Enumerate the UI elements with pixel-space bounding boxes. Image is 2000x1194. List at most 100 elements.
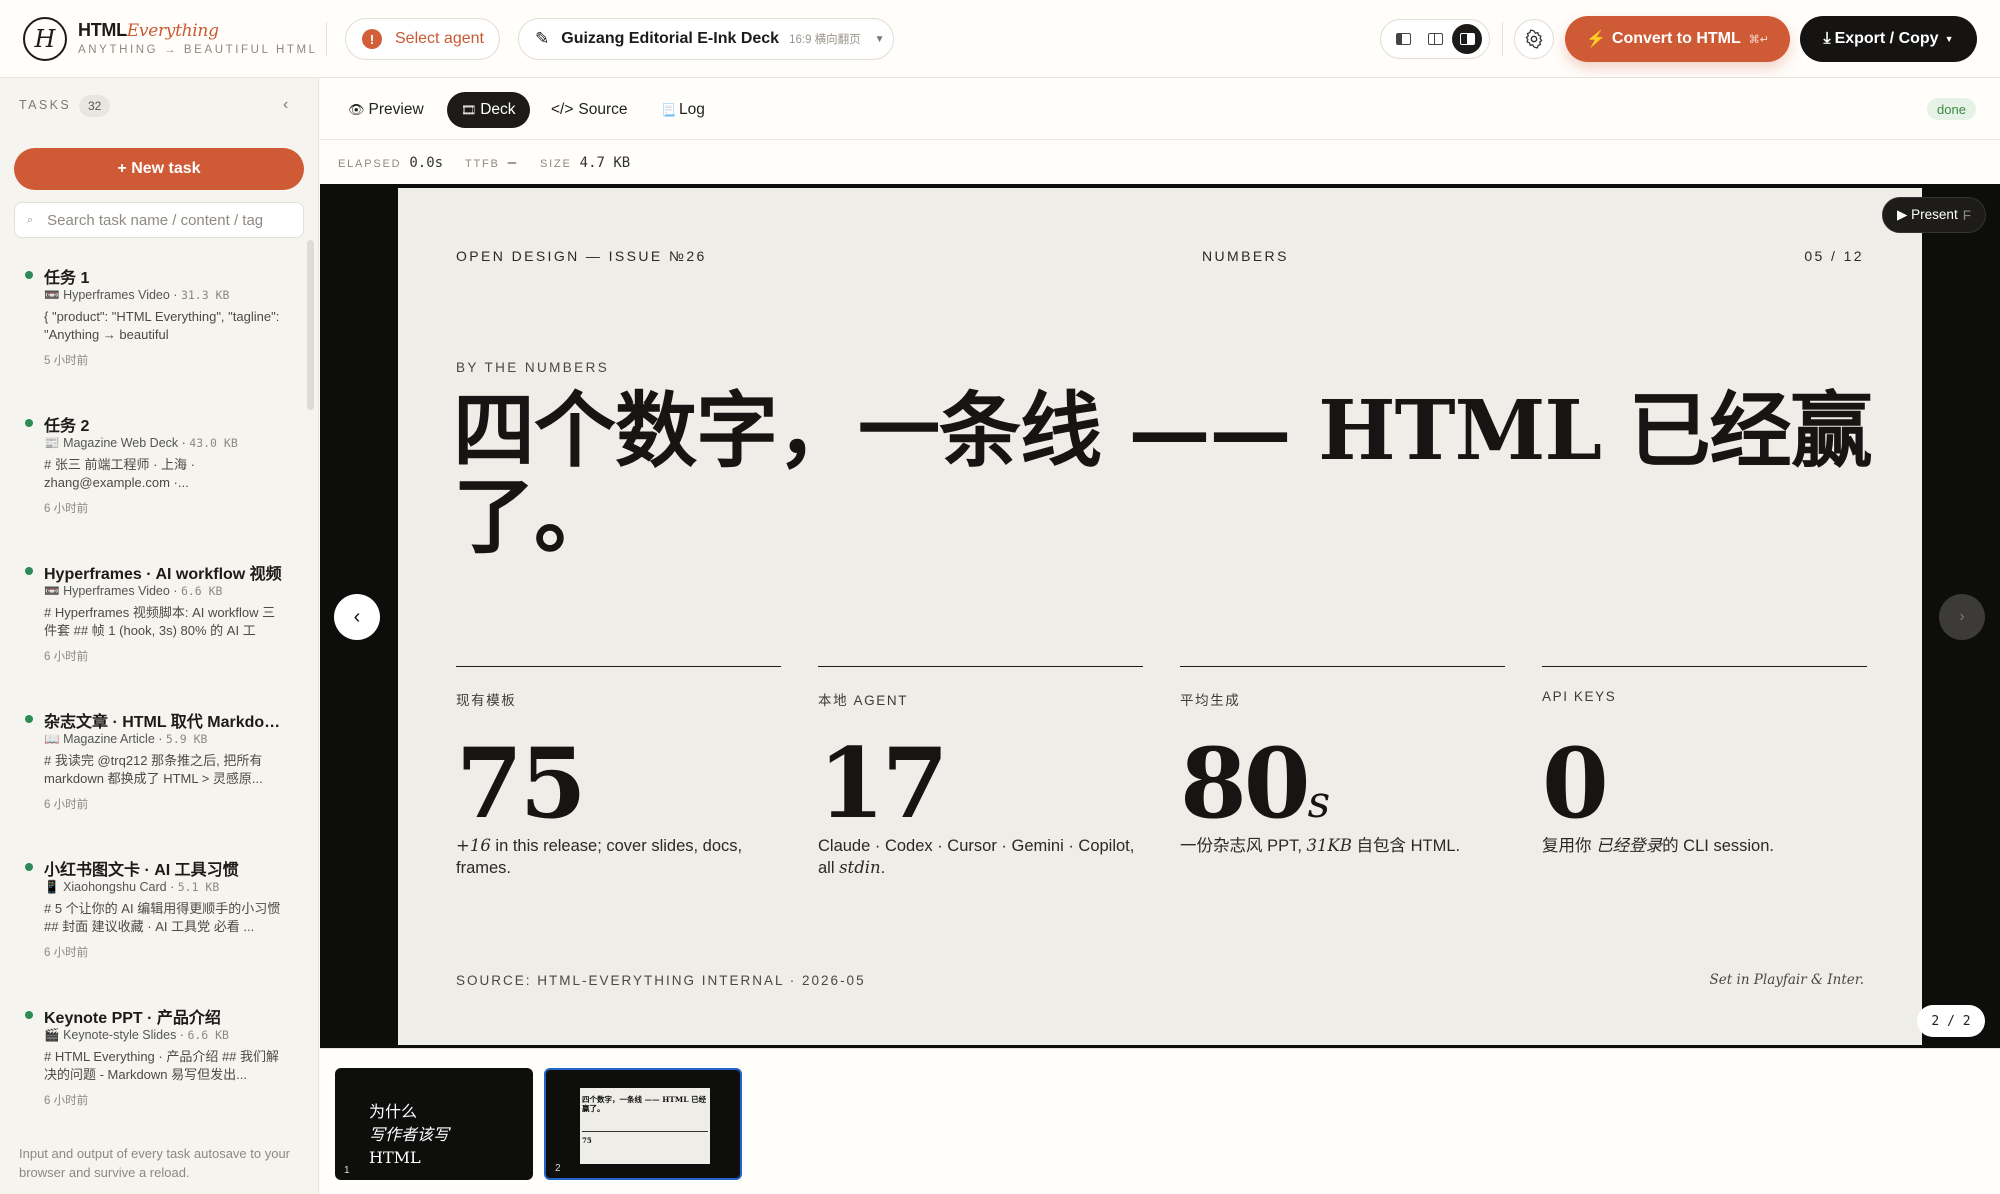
task-snippet: # Hyperframes 视频脚本: AI workflow 三件套 ## 帧…: [44, 605, 276, 638]
slide-filmstrip: 为什么 写作者该写 HTML 1 四个数字，一条线 —— HTML 已经赢了。 …: [320, 1048, 2000, 1194]
settings-button[interactable]: [1514, 19, 1554, 59]
new-task-button[interactable]: + New task: [14, 148, 304, 190]
download-icon: ⤓: [1823, 30, 1831, 47]
task-type-icon: 📼: [44, 288, 60, 302]
layout-left-panel-button[interactable]: [1388, 24, 1418, 54]
select-agent-button[interactable]: ! Select agent: [345, 18, 500, 60]
task-type-icon: 🎬: [44, 1028, 60, 1042]
divider: [582, 1131, 708, 1132]
task-list-item[interactable]: Keynote PPT · 产品介绍 🎬 Keynote-style Slides…: [0, 1000, 305, 1140]
collapse-sidebar-button[interactable]: ‹: [283, 96, 288, 114]
present-shortcut: F: [1962, 207, 1971, 223]
sidebar-scrollbar[interactable]: [307, 240, 314, 410]
task-meta: 📼 Hyperframes Video · 31.3 KB: [44, 288, 230, 302]
tab-source[interactable]: </> Source: [537, 92, 642, 128]
next-slide-button[interactable]: ›: [1939, 594, 1985, 640]
previous-slide-button[interactable]: ‹: [334, 594, 380, 640]
status-dot: [25, 567, 33, 575]
stat-column: 本地 AGENT 17 Claude · Codex · Cursor · Gemi…: [818, 666, 1143, 877]
tab-log[interactable]: 📃 Log: [647, 92, 719, 128]
stat-elapsed: ELAPSED 0.0s: [338, 155, 444, 171]
task-meta: 📰 Magazine Web Deck · 43.0 KB: [44, 436, 238, 450]
thumbnail-index: 2: [555, 1163, 561, 1174]
task-timestamp: 6 小时前: [44, 947, 89, 959]
page-counter: 2 / 2: [1917, 1005, 1985, 1037]
task-snippet: # 张三 前端工程师 · 上海 · zhang@example.com ·...: [44, 457, 195, 490]
task-meta: 📱 Xiaohongshu Card · 5.1 KB: [44, 880, 220, 894]
slide-thumbnail-2[interactable]: 四个数字，一条线 —— HTML 已经赢了。 75 2: [544, 1068, 742, 1180]
tab-preview[interactable]: 👁 Preview: [334, 92, 438, 128]
stat-label: 现有模板: [456, 693, 517, 708]
task-meta: 📼 Hyperframes Video · 6.6 KB: [44, 584, 223, 598]
task-timestamp: 6 小时前: [44, 503, 89, 515]
film-icon: 🎞: [461, 103, 477, 117]
brand-accent: Everything: [126, 21, 219, 41]
task-meta: 🎬 Keynote-style Slides · 6.6 KB: [44, 1028, 229, 1042]
search-input[interactable]: [47, 211, 268, 229]
task-snippet: { "product": "HTML Everything", "tagline…: [44, 309, 280, 342]
panel-left-icon: [1395, 33, 1411, 45]
layout-split-button[interactable]: [1420, 24, 1450, 54]
tasks-count-badge: 32: [79, 95, 111, 117]
thumbnail-text: 为什么 写作者该写 HTML: [369, 1102, 450, 1167]
template-selector[interactable]: ✎ Guizang Editorial E-Ink Deck 16:9 横向翻页…: [518, 18, 894, 60]
slide-credit: Set in Playfair & Inter.: [1709, 972, 1864, 988]
task-timestamp: 6 小时前: [44, 799, 89, 811]
pen-icon: ✎: [535, 29, 550, 48]
chevron-down-icon: ▼: [874, 33, 885, 45]
stat-column: API KEYS 0 复用你 已经登录的 CLI session.: [1542, 666, 1867, 855]
task-list-item[interactable]: 任务 1 📼 Hyperframes Video · 31.3 KB { "prod…: [0, 260, 305, 400]
slide-canvas: OPEN DESIGN — ISSUE №26 NUMBERS 05 / 12 …: [398, 188, 1922, 1045]
stat-ttfb: TTFB —: [465, 155, 517, 171]
export-label: Export / Copy: [1834, 30, 1939, 47]
task-list-item[interactable]: 小红书图文卡 · AI 工具习惯 📱 Xiaohongshu Card · 5.1…: [0, 852, 305, 992]
template-meta: 16:9 横向翻页: [789, 34, 861, 46]
status-dot: [25, 863, 33, 871]
task-list-item[interactable]: 杂志文章 · HTML 取代 Markdown 📖 Magazine Articl…: [0, 704, 305, 844]
gear-icon: [1525, 29, 1543, 49]
thumbnail-index: 1: [344, 1165, 350, 1176]
stat-label: API KEYS: [1542, 689, 1617, 704]
task-type-icon: 📖: [44, 732, 60, 746]
task-sidebar: TASKS 32 ‹ + New task ⌕ 任务 1📼 Hyperframe…: [0, 78, 319, 1194]
task-list-item[interactable]: 任务 2 📰 Magazine Web Deck · 43.0 KB # 张三 前端…: [0, 408, 305, 548]
task-title: 杂志文章 · HTML 取代 Markdown: [44, 714, 284, 731]
tasks-heading: TASKS: [19, 98, 72, 112]
chevron-left-icon: ‹: [283, 96, 289, 113]
export-copy-button[interactable]: ⤓ Export / Copy ▼: [1800, 16, 1977, 62]
stat-column: 平均生成 80s 一份杂志风 PPT, 31KB 自包含 HTML.: [1180, 666, 1505, 855]
thumbnail-page: 四个数字，一条线 —— HTML 已经赢了。 75: [580, 1088, 710, 1164]
search-icon: ⌕: [27, 213, 34, 226]
task-type-icon: 📰: [44, 436, 60, 450]
slide-section: NUMBERS: [1202, 248, 1289, 264]
top-bar: H HTMLEverything ANYTHING → BEAUTIFUL HT…: [0, 0, 2000, 78]
select-agent-label: Select agent: [395, 30, 484, 47]
present-button[interactable]: ▶ Present F: [1882, 197, 1986, 233]
lightning-icon: ⚡: [1585, 31, 1606, 48]
task-timestamp: 6 小时前: [44, 651, 89, 663]
chevron-down-icon: ▼: [1944, 34, 1954, 44]
task-list-item[interactable]: Hyperframes · AI workflow 视频 📼 Hyperframe…: [0, 556, 305, 696]
task-title: 任务 1: [44, 270, 90, 287]
convert-to-html-button[interactable]: ⚡ Convert to HTML ⌘↵: [1565, 16, 1790, 62]
slide-source: SOURCE: HTML-EVERYTHING INTERNAL · 2026-…: [456, 973, 866, 988]
view-tabs: 👁 Preview 🎞 Deck </> Source 📃 Log: [320, 78, 2000, 140]
layout-toggle-group: [1380, 19, 1490, 59]
tab-deck[interactable]: 🎞 Deck: [447, 92, 530, 128]
convert-label: Convert to HTML: [1611, 30, 1741, 47]
slide-thumbnail-1[interactable]: 为什么 写作者该写 HTML 1: [335, 1068, 533, 1180]
status-dot: [25, 715, 33, 723]
layout-right-panel-button[interactable]: [1452, 24, 1482, 54]
task-snippet: # 5 个让你的 AI 编辑用得更顺手的小习惯 ## 封面 建议收藏 · AI …: [44, 901, 281, 934]
thumbnail-headline: 四个数字，一条线 —— HTML 已经赢了。: [582, 1095, 707, 1113]
task-type-icon: 📼: [44, 584, 60, 598]
shortcut-hint: ⌘↵: [1748, 33, 1769, 46]
tab-label: Deck: [480, 101, 516, 118]
app-logo[interactable]: H: [23, 17, 67, 61]
code-icon: </>: [551, 101, 574, 118]
task-title: Hyperframes · AI workflow 视频: [44, 566, 282, 583]
slide-page-number: 05 / 12: [1804, 248, 1864, 264]
template-name: Guizang Editorial E-Ink Deck: [561, 30, 780, 47]
stat-description: 复用你 已经登录的 CLI session.: [1542, 836, 1774, 855]
slide-headline: 四个数字，一条线 —— HTML 已经赢了。: [453, 383, 1873, 565]
